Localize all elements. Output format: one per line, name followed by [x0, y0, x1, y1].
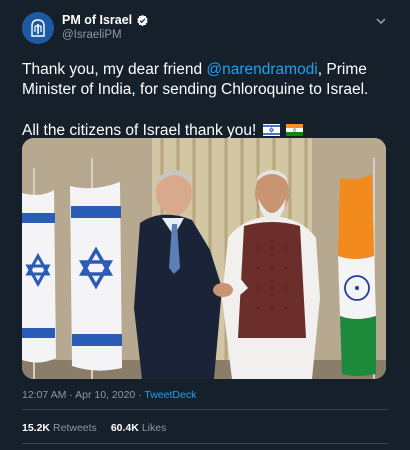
tweet-paragraph-1: Thank you, my dear friend @narendramodi,… — [22, 60, 392, 100]
verified-badge-icon — [137, 14, 148, 26]
avatar[interactable] — [22, 12, 54, 44]
timestamp[interactable]: 12:07 AM · Apr 10, 2020 · — [22, 389, 144, 401]
source-client-link[interactable]: TweetDeck — [144, 389, 196, 401]
israel-emblem-icon — [31, 19, 45, 37]
india-flag-icon — [285, 124, 303, 136]
mention-link[interactable]: @narendramodi — [206, 61, 317, 78]
likes-count: 60.4K — [110, 422, 139, 434]
retweets-label: Retweets — [53, 422, 97, 434]
retweets-count: 15.2K — [22, 422, 51, 434]
tweet-photo[interactable] — [22, 138, 386, 379]
tweet-text-line2: All the citizens of Israel thank you! — [22, 122, 257, 139]
handle[interactable]: @IsraeliPM — [62, 29, 122, 41]
chevron-down-icon[interactable] — [374, 14, 388, 28]
likes-stat[interactable]: 60.4K Likes — [111, 422, 167, 434]
tweet: PM of Israel @IsraeliPM Thank you, my de… — [0, 0, 410, 450]
divider-top — [22, 409, 388, 410]
leaders-handshake-photo — [22, 138, 386, 379]
tweet-meta: 12:07 AM · Apr 10, 2020 · TweetDeck — [22, 389, 196, 401]
likes-label: Likes — [141, 422, 167, 434]
tweet-text-part1: Thank you, my dear friend — [22, 61, 207, 78]
engagement-stats: 15.2K Retweets 60.4K Likes — [22, 422, 166, 434]
divider-bottom — [22, 443, 388, 444]
author-row: PM of Israel — [62, 12, 149, 28]
israel-flag-icon — [262, 124, 280, 136]
tweet-text: Thank you, my dear friend @narendramodi,… — [22, 60, 392, 141]
retweets-stat[interactable]: 15.2K Retweets — [22, 422, 97, 434]
display-name[interactable]: PM of Israel — [62, 13, 132, 27]
